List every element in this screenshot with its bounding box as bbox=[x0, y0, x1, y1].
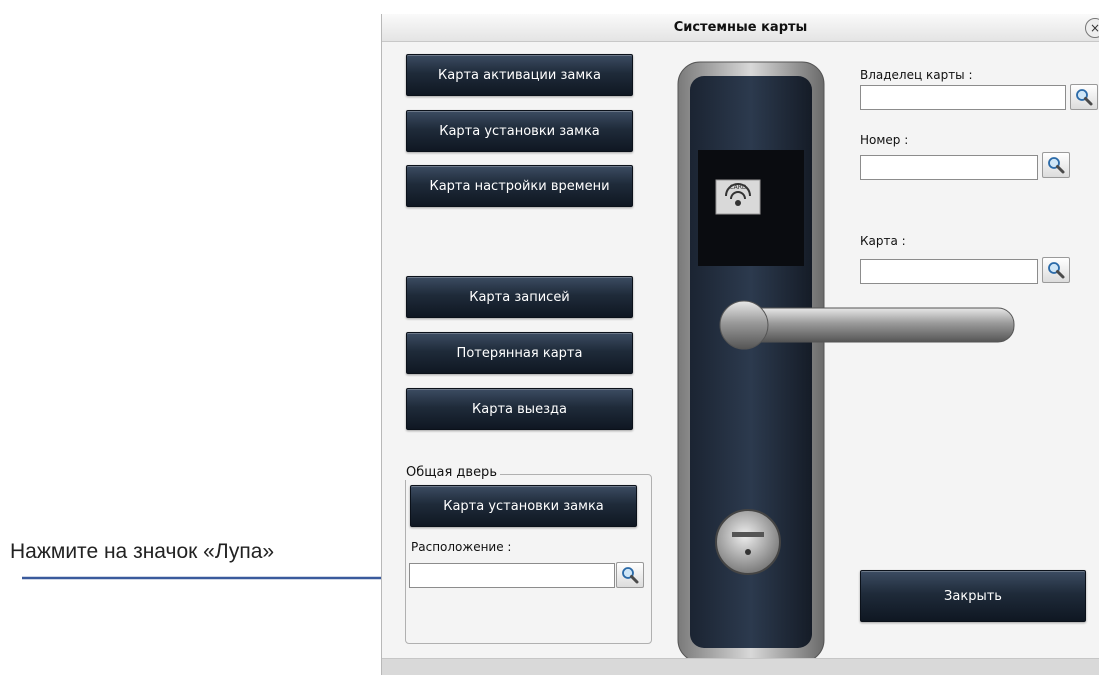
checkout-card-button[interactable]: Карта выезда bbox=[406, 388, 633, 430]
time-setup-card-button[interactable]: Карта настройки времени bbox=[406, 165, 633, 207]
install-card-button[interactable]: Карта установки замка bbox=[406, 110, 633, 152]
number-search-button[interactable] bbox=[1042, 152, 1070, 178]
close-window-icon[interactable]: × bbox=[1085, 18, 1099, 38]
close-button[interactable]: Закрыть bbox=[860, 570, 1086, 622]
magnifier-icon bbox=[1048, 157, 1065, 174]
magnifier-icon bbox=[622, 567, 639, 584]
location-label: Расположение : bbox=[411, 540, 512, 554]
window-titlebar: Системные карты × bbox=[382, 14, 1099, 42]
system-cards-window: Системные карты × Карта активации замка … bbox=[381, 14, 1099, 675]
card-field[interactable] bbox=[860, 259, 1038, 284]
location-field[interactable] bbox=[409, 563, 615, 588]
owner-search-button[interactable] bbox=[1070, 84, 1098, 110]
window-title: Системные карты bbox=[673, 20, 808, 35]
records-card-button[interactable]: Карта записей bbox=[406, 276, 633, 318]
magnifier-icon bbox=[1048, 262, 1065, 279]
common-door-install-button[interactable]: Карта установки замка bbox=[410, 485, 637, 527]
card-label: Карта : bbox=[860, 234, 906, 248]
number-label: Номер : bbox=[860, 133, 909, 147]
activation-card-button[interactable]: Карта активации замка bbox=[406, 54, 633, 96]
lost-card-button[interactable]: Потерянная карта bbox=[406, 332, 633, 374]
window-statusbar bbox=[382, 658, 1099, 675]
magnifier-icon bbox=[1076, 89, 1093, 106]
number-field[interactable] bbox=[860, 155, 1038, 180]
location-search-button[interactable] bbox=[616, 562, 644, 588]
owner-field[interactable] bbox=[860, 85, 1066, 110]
common-door-legend: Общая дверь bbox=[403, 465, 500, 480]
card-search-button[interactable] bbox=[1042, 257, 1070, 283]
owner-label: Владелец карты : bbox=[860, 68, 973, 82]
